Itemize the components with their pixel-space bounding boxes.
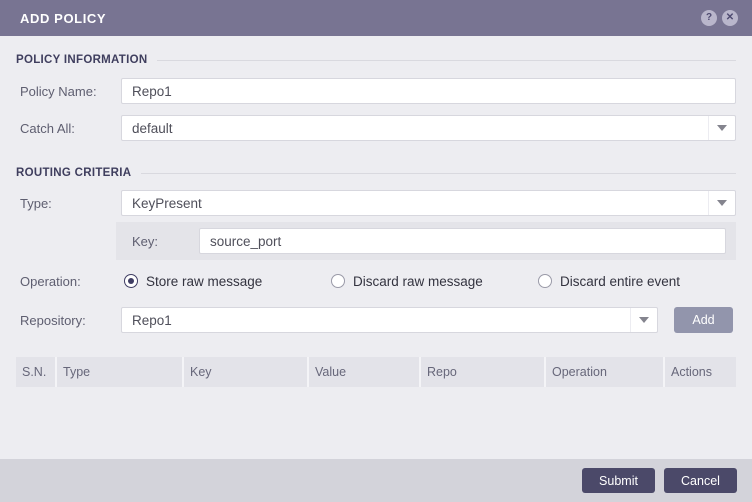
key-row: Key: [116, 222, 736, 260]
key-input[interactable] [199, 228, 726, 254]
table-header-row: S.N. Type Key Value Repo Operation Actio… [16, 357, 736, 387]
policy-name-input[interactable] [121, 78, 736, 104]
column-header-operation: Operation [544, 357, 663, 387]
submit-button[interactable]: Submit [582, 468, 655, 493]
section-routing-criteria: ROUTING CRITERIA [16, 165, 736, 181]
key-label: Key: [132, 233, 159, 249]
dialog-title: ADD POLICY [20, 10, 107, 26]
radio-icon[interactable] [331, 274, 345, 288]
catch-all-select[interactable]: default [121, 115, 736, 141]
dialog-footer: Submit Cancel [0, 459, 752, 502]
policy-name-row: Policy Name: [16, 78, 736, 104]
catch-all-label: Catch All: [20, 120, 75, 136]
repository-label: Repository: [20, 312, 86, 328]
repository-selected-value: Repo1 [132, 312, 172, 328]
section-title: ROUTING CRITERIA [16, 167, 132, 179]
repository-select[interactable]: Repo1 [121, 307, 658, 333]
operation-options: Store raw message Discard raw message Di… [121, 274, 742, 289]
radio-option-discard-entire-event[interactable]: Discard entire event [538, 274, 742, 289]
column-header-actions: Actions [663, 357, 736, 387]
policy-name-label: Policy Name: [20, 83, 97, 99]
type-select[interactable]: KeyPresent [121, 190, 736, 216]
section-divider [157, 59, 736, 61]
section-policy-information: POLICY INFORMATION [16, 52, 736, 68]
section-title: POLICY INFORMATION [16, 54, 148, 66]
chevron-down-icon [708, 116, 735, 140]
chevron-down-icon [630, 308, 657, 332]
radio-label: Store raw message [146, 273, 263, 289]
titlebar: ADD POLICY ? ✕ [0, 0, 752, 36]
catch-all-selected-value: default [132, 120, 173, 136]
catch-all-row: Catch All: default [16, 115, 736, 141]
help-icon[interactable]: ? [701, 10, 717, 26]
chevron-down-icon [708, 191, 735, 215]
radio-label: Discard raw message [353, 273, 483, 289]
repository-row: Repository: Repo1 Add [16, 307, 736, 333]
radio-icon[interactable] [538, 274, 552, 288]
section-divider [141, 172, 736, 174]
column-header-value: Value [307, 357, 419, 387]
column-header-sn: S.N. [22, 365, 47, 379]
add-policy-dialog: ADD POLICY ? ✕ POLICY INFORMATION Policy… [0, 0, 752, 502]
operation-label: Operation: [20, 273, 81, 289]
column-header-repo: Repo [419, 357, 544, 387]
cancel-button[interactable]: Cancel [664, 468, 737, 493]
radio-option-store-raw-message[interactable]: Store raw message [124, 274, 328, 289]
column-header-type: Type [55, 357, 182, 387]
radio-option-discard-raw-message[interactable]: Discard raw message [331, 274, 535, 289]
dialog-content: POLICY INFORMATION Policy Name: Catch Al… [0, 52, 752, 387]
type-selected-value: KeyPresent [132, 195, 202, 211]
criteria-table: S.N. Type Key Value Repo Operation Actio… [16, 357, 736, 387]
radio-label: Discard entire event [560, 273, 681, 289]
column-header-key: Key [182, 357, 307, 387]
type-label: Type: [20, 195, 52, 211]
add-button[interactable]: Add [674, 307, 733, 333]
type-row: Type: KeyPresent [16, 190, 736, 216]
operation-row: Operation: Store raw message Discard raw… [16, 271, 736, 291]
radio-icon[interactable] [124, 274, 138, 288]
close-icon[interactable]: ✕ [722, 10, 738, 26]
